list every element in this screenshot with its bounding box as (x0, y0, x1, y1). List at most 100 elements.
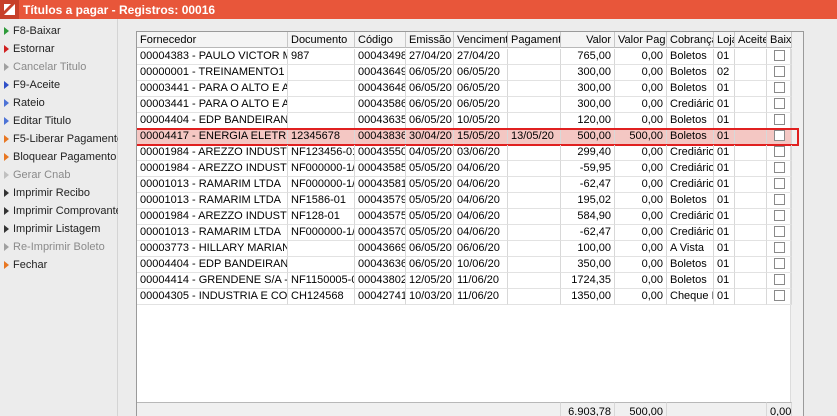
settle-checkbox[interactable] (773, 225, 785, 237)
column-header-code[interactable]: Código (355, 32, 406, 48)
cell-accept (735, 289, 767, 305)
column-header-payment-date[interactable]: Pagamento (508, 32, 561, 48)
cell-due-date: 11/06/20 (454, 273, 508, 289)
sidebar-action-label: Imprimir Comprovante (13, 205, 122, 217)
cell-payment-date (508, 209, 561, 225)
settle-checkbox[interactable] (773, 113, 785, 125)
cell-amount: 584,90 (561, 209, 615, 225)
settle-checkbox[interactable] (773, 193, 785, 205)
table-row[interactable]: 00001013 - RAMARIM LTDA NF000000-1/1 00043… (137, 177, 792, 193)
table-row[interactable]: 00001984 - AREZZO INDUSTRIA E COMERCIONF… (137, 145, 792, 161)
settle-checkbox[interactable] (773, 257, 785, 269)
cell-due-date: 03/06/20 (454, 145, 508, 161)
cell-supplier: 00001984 - AREZZO INDUSTRIA E COMERCIO (137, 209, 288, 225)
cell-collection: Crediário (667, 145, 714, 161)
settle-checkbox[interactable] (773, 129, 785, 141)
table-row[interactable]: 00004404 - EDP BANDEIRANTES 0004363606/05… (137, 257, 792, 273)
cell-accept (735, 161, 767, 177)
table-row[interactable]: 00003773 - HILLARY MARIANE LAPORTE 000436… (137, 241, 792, 257)
table-row[interactable]: 00001013 - RAMARIM LTDA NF000000-1/1 00043… (137, 225, 792, 241)
settle-checkbox[interactable] (773, 49, 785, 61)
table-row[interactable]: 00000001 - TREINAMENTO1 APELIDO000436490… (137, 65, 792, 81)
cell-code: 00043648 (355, 81, 406, 97)
cell-amount-paid: 0,00 (615, 49, 667, 65)
sidebar-action-13[interactable]: Fechar (0, 256, 117, 274)
sidebar-action-11[interactable]: Imprimir Listagem (0, 220, 117, 238)
cell-code: 00043649 (355, 65, 406, 81)
settle-checkbox[interactable] (773, 65, 785, 77)
column-header-collection[interactable]: Cobrança (667, 32, 714, 48)
settle-checkbox[interactable] (773, 241, 785, 253)
column-header-store[interactable]: Loja (714, 32, 735, 48)
sidebar-action-5[interactable]: Editar Titulo (0, 112, 117, 130)
settle-checkbox[interactable] (773, 145, 785, 157)
settle-checkbox[interactable] (773, 289, 785, 301)
sidebar-action-8[interactable]: Gerar Cnab (0, 166, 117, 184)
cell-due-date: 04/06/20 (454, 193, 508, 209)
table-row[interactable]: 00004383 - PAULO VICTOR MERINO9870004349… (137, 49, 792, 65)
settle-checkbox[interactable] (773, 161, 785, 173)
cell-supplier: 00003441 - PARA O ALTO E AVANTE (137, 97, 288, 113)
sidebar-action-9[interactable]: Imprimir Recibo (0, 184, 117, 202)
table-row[interactable]: 00001984 - AREZZO INDUSTRIA E COMERCIONF… (137, 209, 792, 225)
sidebar-action-7[interactable]: Bloquear Pagamento (0, 148, 117, 166)
cell-amount: -62,47 (561, 177, 615, 193)
settle-cell (767, 161, 792, 177)
sidebar-action-12[interactable]: Re-Imprimir Boleto (0, 238, 117, 256)
sidebar-action-1[interactable]: Estornar (0, 40, 117, 58)
cell-amount: -59,95 (561, 161, 615, 177)
cell-payment-date (508, 193, 561, 209)
table-row[interactable]: 00003441 - PARA O ALTO E AVANTE000436480… (137, 81, 792, 97)
sidebar-action-6[interactable]: F5-Liberar Pagamento (0, 130, 123, 148)
play-arrow-icon (4, 171, 9, 179)
table-row[interactable]: 00004417 - ENERGIA ELETRICA1234567800043… (137, 129, 792, 145)
cell-supplier: 00004383 - PAULO VICTOR MERINO (137, 49, 288, 65)
table-row[interactable]: 00004305 - INDUSTRIA E COMERCIOCH1245680… (137, 289, 792, 305)
column-header-due-date[interactable]: Vencimento (454, 32, 508, 48)
sidebar-action-3[interactable]: F9-Aceite (0, 76, 117, 94)
cell-supplier: 00001013 - RAMARIM LTDA (137, 193, 288, 209)
cell-store: 01 (714, 81, 735, 97)
cell-collection: Boletos (667, 257, 714, 273)
settle-checkbox[interactable] (773, 273, 785, 285)
cell-due-date: 10/06/20 (454, 257, 508, 273)
cell-document (288, 257, 355, 273)
cell-accept (735, 225, 767, 241)
cell-supplier: 00004305 - INDUSTRIA E COMERCIO (137, 289, 288, 305)
column-header-amount-paid[interactable]: Valor Pago (615, 32, 667, 48)
table-row[interactable]: 00004414 - GRENDENE S/A - FILIALNF115000… (137, 273, 792, 289)
play-arrow-icon (4, 261, 9, 269)
column-header-supplier[interactable]: Fornecedor (137, 32, 288, 48)
table-row[interactable]: 00004404 - EDP BANDEIRANTES 0004363506/05… (137, 113, 792, 129)
settle-checkbox[interactable] (773, 177, 785, 189)
cell-code: 00043669 (355, 241, 406, 257)
cell-collection: A Vista (667, 241, 714, 257)
cell-due-date: 06/05/20 (454, 81, 508, 97)
table-row[interactable]: 00001013 - RAMARIM LTDA NF1586-01 00043579… (137, 193, 792, 209)
cell-document: NF123456-01 (288, 145, 355, 161)
settle-checkbox[interactable] (773, 81, 785, 93)
cell-document: 987 (288, 49, 355, 65)
totals-row: 6.903,78 500,00 0,00 (137, 402, 792, 416)
sidebar-action-10[interactable]: Imprimir Comprovante (0, 202, 122, 220)
settle-checkbox[interactable] (773, 209, 785, 221)
sidebar-action-0[interactable]: F8-Baixar (0, 22, 117, 40)
cell-due-date: 06/05/20 (454, 97, 508, 113)
cell-payment-date (508, 113, 561, 129)
settle-checkbox[interactable] (773, 97, 785, 109)
cell-due-date: 10/05/20 (454, 113, 508, 129)
column-header-amount[interactable]: Valor (561, 32, 615, 48)
column-header-issue-date[interactable]: Emissão (406, 32, 454, 48)
cell-amount-paid: 0,00 (615, 257, 667, 273)
cell-supplier: 00001984 - AREZZO INDUSTRIA E COMERCIO (137, 145, 288, 161)
sidebar-action-2[interactable]: Cancelar Titulo (0, 58, 117, 76)
cell-collection: Cheque Pré (667, 289, 714, 305)
column-header-document[interactable]: Documento (288, 32, 355, 48)
column-header-accept[interactable]: Aceite (735, 32, 767, 48)
cell-amount: 1724,35 (561, 273, 615, 289)
sidebar-action-4[interactable]: Rateio (0, 94, 117, 112)
column-header-settle[interactable]: Baixar (767, 32, 792, 48)
table-row[interactable]: 00003441 - PARA O ALTO E AVANTE000435860… (137, 97, 792, 113)
sidebar-action-label: Estornar (13, 43, 55, 55)
table-row[interactable]: 00001984 - AREZZO INDUSTRIA E COMERCIONF… (137, 161, 792, 177)
